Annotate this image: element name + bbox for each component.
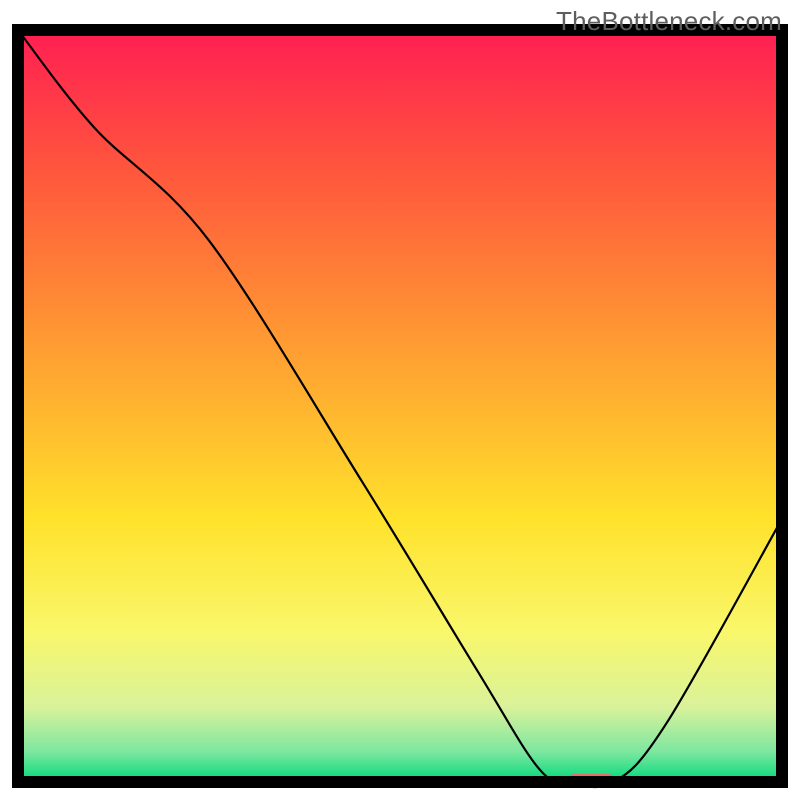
chart-svg xyxy=(0,0,800,800)
watermark-text: TheBottleneck.com xyxy=(556,6,782,37)
plot-background xyxy=(18,30,782,782)
bottleneck-chart: TheBottleneck.com xyxy=(0,0,800,800)
